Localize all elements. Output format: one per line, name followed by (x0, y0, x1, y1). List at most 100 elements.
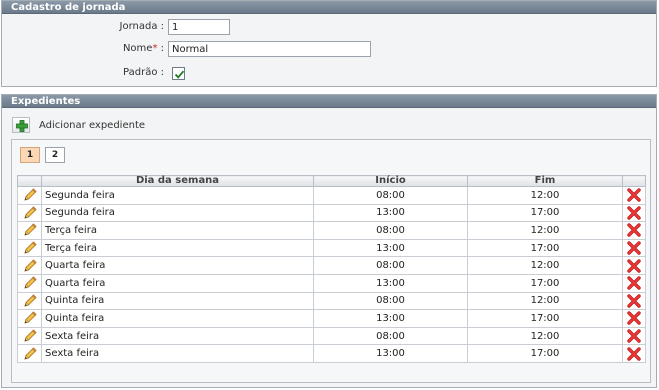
pencil-icon[interactable] (22, 293, 38, 309)
pencil-icon[interactable] (22, 310, 38, 326)
expedientes-table: Dia da semana Início Fim Segunda feira 08… (17, 175, 646, 363)
end-time-cell: 17:00 (467, 238, 623, 258)
table-row: Quarta feira 08:00 12:00 (17, 256, 646, 275)
jornada-input[interactable] (168, 19, 230, 35)
end-time-cell: 12:00 (467, 221, 623, 240)
delete-cell (622, 344, 646, 363)
page-button-2[interactable]: 2 (45, 147, 65, 163)
add-expediente-button[interactable] (12, 117, 30, 133)
add-expediente-label[interactable]: Adicionar expediente (39, 120, 145, 131)
delete-cell (622, 309, 646, 328)
table-row: Quinta feira 13:00 17:00 (17, 309, 646, 328)
start-time-cell: 13:00 (313, 238, 468, 258)
plus-icon (16, 120, 28, 132)
delete-cell (622, 186, 646, 205)
header-fim[interactable]: Fim (467, 175, 623, 187)
start-time-cell: 08:00 (313, 186, 468, 205)
delete-x-icon[interactable] (626, 328, 642, 344)
table-row: Sexta feira 13:00 17:00 (17, 344, 646, 363)
padrao-checkbox[interactable] (172, 67, 185, 80)
start-time-cell: 08:00 (313, 221, 468, 240)
day-cell: Terça feira (41, 238, 314, 258)
pencil-icon[interactable] (22, 205, 38, 221)
table-row: Sexta feira 08:00 12:00 (17, 326, 646, 346)
delete-x-icon[interactable] (626, 310, 642, 326)
end-time-cell: 17:00 (467, 203, 623, 223)
delete-x-icon[interactable] (626, 258, 642, 274)
end-time-cell: 17:00 (467, 273, 623, 293)
pencil-icon[interactable] (22, 222, 38, 238)
day-cell: Sexta feira (41, 326, 314, 346)
table-row: Segunda feira 08:00 12:00 (17, 186, 646, 205)
delete-cell (622, 273, 646, 293)
start-time-cell: 08:00 (313, 291, 468, 311)
nome-input[interactable] (168, 41, 371, 57)
nome-label-colon: : (157, 43, 164, 54)
delete-cell (622, 203, 646, 223)
nome-label: Nome* : (2, 41, 164, 57)
end-time-cell: 12:00 (467, 186, 623, 205)
day-cell: Quinta feira (41, 291, 314, 311)
day-cell: Segunda feira (41, 203, 314, 223)
check-icon (174, 70, 185, 79)
start-time-cell: 13:00 (313, 203, 468, 223)
expedientes-header: Expedientes (2, 95, 656, 108)
table-row: Terça feira 13:00 17:00 (17, 238, 646, 258)
edit-cell (17, 309, 42, 328)
pencil-icon[interactable] (22, 258, 38, 274)
edit-cell (17, 203, 42, 223)
delete-x-icon[interactable] (626, 275, 642, 291)
page-button-1[interactable]: 1 (20, 147, 40, 163)
delete-cell (622, 326, 646, 346)
pencil-icon[interactable] (22, 240, 38, 256)
delete-x-icon[interactable] (626, 205, 642, 221)
header-dia-da-semana[interactable]: Dia da semana (41, 175, 314, 187)
pencil-icon[interactable] (22, 328, 38, 344)
delete-cell (622, 256, 646, 275)
jornada-label: Jornada : (119, 21, 165, 32)
padrao-label: Padrão : (123, 67, 164, 78)
table-header-row: Dia da semana Início Fim (17, 175, 646, 187)
pencil-icon[interactable] (22, 187, 38, 203)
expedientes-list-box: 1 2 Dia da semana Início Fim Segunda fei… (11, 139, 651, 383)
edit-cell (17, 291, 42, 311)
cadastro-panel: Cadastro de jornada Jornada : Nome* : Pa… (1, 0, 657, 87)
padrao-row: Padrão : (2, 65, 402, 81)
end-time-cell: 12:00 (467, 326, 623, 346)
edit-cell (17, 238, 42, 258)
expedientes-panel: Expedientes Adicionar expediente 1 2 Dia… (1, 94, 657, 388)
delete-x-icon[interactable] (626, 222, 642, 238)
end-time-cell: 12:00 (467, 256, 623, 275)
pencil-icon[interactable] (22, 346, 38, 362)
day-cell: Quarta feira (41, 273, 314, 293)
edit-cell (17, 256, 42, 275)
delete-x-icon[interactable] (626, 240, 642, 256)
delete-cell (622, 238, 646, 258)
table-body: Segunda feira 08:00 12:00 Segunda feira 13:0… (17, 186, 646, 363)
header-edit-col (17, 175, 42, 187)
edit-cell (17, 186, 42, 205)
delete-x-icon[interactable] (626, 293, 642, 309)
day-cell: Quinta feira (41, 309, 314, 328)
table-row: Segunda feira 13:00 17:00 (17, 203, 646, 223)
day-cell: Quarta feira (41, 256, 314, 275)
table-row: Quarta feira 13:00 17:00 (17, 273, 646, 293)
delete-x-icon[interactable] (626, 187, 642, 203)
edit-cell (17, 344, 42, 363)
day-cell: Terça feira (41, 221, 314, 240)
table-row: Terça feira 08:00 12:00 (17, 221, 646, 240)
delete-cell (622, 221, 646, 240)
header-inicio[interactable]: Início (313, 175, 468, 187)
edit-cell (17, 221, 42, 240)
delete-x-icon[interactable] (626, 346, 642, 362)
cadastro-header: Cadastro de jornada (2, 1, 656, 14)
pencil-icon[interactable] (22, 275, 38, 291)
table-row: Quinta feira 08:00 12:00 (17, 291, 646, 311)
header-delete-col (622, 175, 646, 187)
end-time-cell: 17:00 (467, 309, 623, 328)
end-time-cell: 12:00 (467, 291, 623, 311)
day-cell: Segunda feira (41, 186, 314, 205)
start-time-cell: 13:00 (313, 273, 468, 293)
end-time-cell: 17:00 (467, 344, 623, 363)
start-time-cell: 08:00 (313, 256, 468, 275)
